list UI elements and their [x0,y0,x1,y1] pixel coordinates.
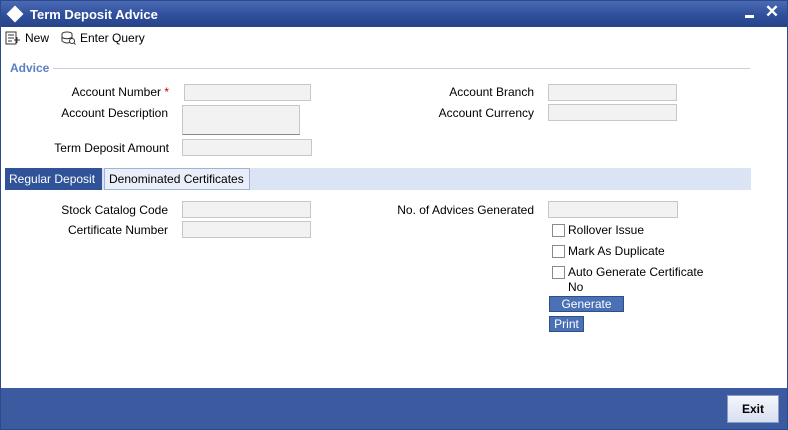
enter-query-button[interactable]: Enter Query [60,29,145,47]
generate-button[interactable]: Generate [549,296,624,312]
new-document-icon [5,31,20,45]
account-number-label: Account Number * [72,85,169,99]
tab-regular-deposit[interactable]: Regular Deposit [5,168,102,190]
new-button[interactable]: New [5,29,49,47]
term-deposit-advice-window: Term Deposit Advice ✕ New Enter Query Ad… [0,0,788,430]
exit-button[interactable]: Exit [727,395,779,423]
footer-bar: Exit [1,388,787,429]
advice-section-title: Advice [10,61,50,75]
certificate-number-label: Certificate Number [67,223,168,237]
window-title: Term Deposit Advice [30,7,158,22]
account-currency-label: Account Currency [438,106,534,120]
toolbar: New Enter Query [1,27,787,49]
title-bar: Term Deposit Advice ✕ [1,1,787,27]
enter-query-label: Enter Query [80,31,145,45]
certificate-number-field[interactable] [182,221,311,238]
new-button-label: New [25,31,50,45]
mark-duplicate-checkbox[interactable] [552,245,565,258]
account-branch-field[interactable] [548,84,677,101]
minimize-button[interactable] [743,5,757,21]
mark-duplicate-label: Mark As Duplicate [568,244,665,258]
account-description-label: Account Description [61,106,168,120]
term-deposit-amount-field[interactable] [182,139,312,156]
advices-generated-label: No. of Advices Generated [397,203,534,217]
auto-generate-checkbox[interactable] [552,266,565,279]
account-number-field[interactable] [184,84,311,101]
rollover-issue-checkbox[interactable] [552,224,565,237]
section-divider [53,68,750,69]
account-currency-field[interactable] [548,104,677,121]
required-asterisk: * [164,85,169,99]
tab-denominated-certificates[interactable]: Denominated Certificates [104,168,250,190]
rollover-issue-label: Rollover Issue [568,223,645,237]
stock-catalog-code-field[interactable] [182,201,311,218]
diamond-icon [6,5,24,23]
account-number-label-text: Account Number [71,85,161,99]
print-button[interactable]: Print [549,316,584,332]
close-button[interactable]: ✕ [764,3,780,21]
account-branch-label: Account Branch [449,85,534,99]
tab-strip: Regular Deposit Denominated Certificates [5,168,751,190]
account-description-field[interactable] [182,105,300,135]
auto-generate-label-line1: Auto Generate Certificate [568,265,704,279]
advices-generated-field[interactable] [548,201,678,218]
term-deposit-amount-label: Term Deposit Amount [54,141,169,155]
query-database-icon [61,31,76,45]
stock-catalog-code-label: Stock Catalog Code [61,203,168,217]
auto-generate-label-line2: No [568,280,584,294]
